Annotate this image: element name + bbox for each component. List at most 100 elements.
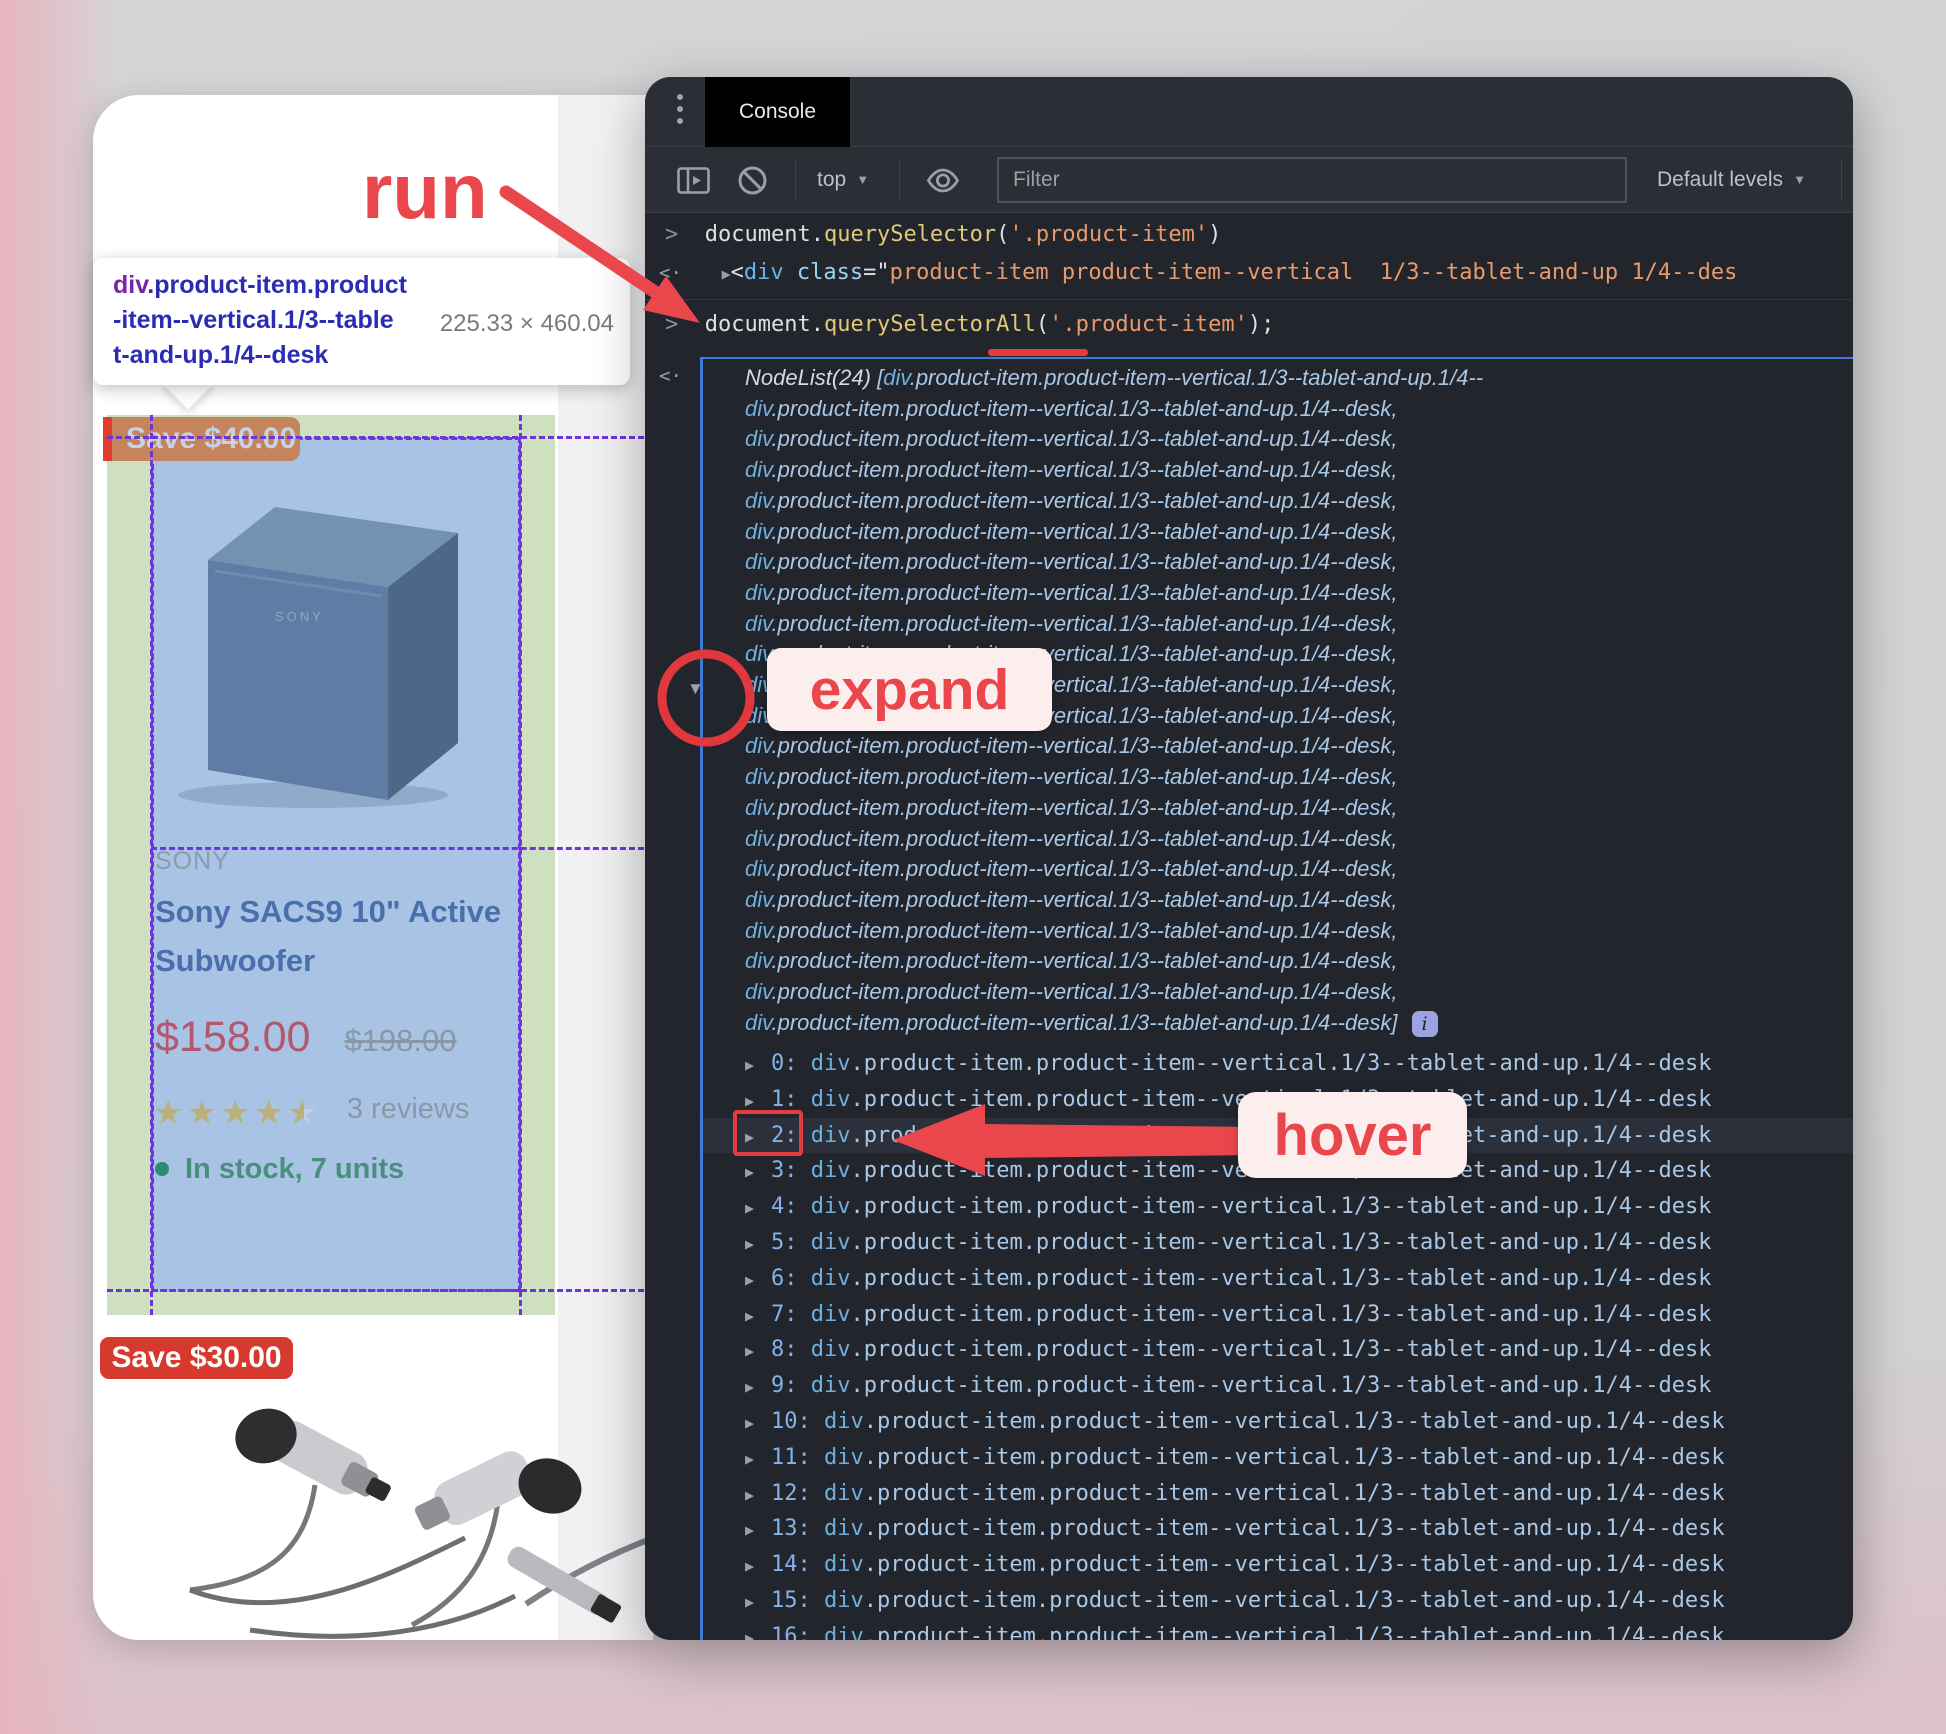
guide-line-right bbox=[519, 415, 522, 1315]
sale-badge-edge bbox=[103, 417, 112, 461]
expand-caret-icon[interactable]: ▶ bbox=[745, 1299, 771, 1335]
toolbar-separator bbox=[795, 160, 796, 200]
nodelist-preview-line: div.product-item.product-item--vertical.… bbox=[745, 764, 1398, 790]
nodelist-preview-line: div.product-item.product-item--vertical.… bbox=[745, 886, 1398, 912]
stock-status: In stock, 7 units bbox=[155, 1153, 404, 1186]
earbuds-product-image bbox=[189, 1408, 653, 1639]
nodelist-item-row[interactable]: ▶ 5: div.product-item.product-item--verti… bbox=[703, 1225, 1853, 1261]
nodelist-item-row[interactable]: ▶ 8: div.product-item.product-item--verti… bbox=[703, 1332, 1853, 1368]
expand-caret-icon[interactable]: ▶ bbox=[745, 1478, 771, 1514]
nodelist-item-row[interactable]: ▶ 6: div.product-item.product-item--verti… bbox=[703, 1261, 1853, 1297]
expand-caret-icon[interactable]: ▶ bbox=[745, 1370, 771, 1406]
expand-caret-icon[interactable]: ▶ bbox=[745, 1585, 771, 1621]
more-options-kebab-icon[interactable] bbox=[677, 94, 683, 124]
nodelist-item-row[interactable]: ▶ 10: div.product-item.product-item--vert… bbox=[703, 1404, 1853, 1440]
console-toolbar: top▼ Default levels▼ bbox=[645, 147, 1853, 213]
console-result-element[interactable]: <· ▶<div class="product-item product-ite… bbox=[659, 255, 1737, 292]
rating-row: ★★★★★ ★★★★★ 3 reviews bbox=[153, 1093, 469, 1133]
nodelist-item-row[interactable]: ▶ 7: div.product-item.product-item--verti… bbox=[703, 1297, 1853, 1333]
sidebar-toggle-icon[interactable] bbox=[677, 167, 710, 194]
subwoofer-product-image: SONY bbox=[178, 507, 458, 808]
nodelist-preview-line: div.product-item.product-item--vertical.… bbox=[745, 457, 1398, 483]
nodelist-item-row[interactable]: ▶ 12: div.product-item.product-item--vert… bbox=[703, 1476, 1853, 1512]
expand-caret-icon[interactable]: ▶ bbox=[745, 1442, 771, 1478]
toolbar-separator bbox=[1841, 160, 1842, 200]
expand-caret-icon[interactable]: ▶ bbox=[745, 1334, 771, 1370]
nodelist-preview-line: div.product-item.product-item--vertical.… bbox=[745, 948, 1398, 974]
toolbar-separator bbox=[899, 160, 900, 200]
nodelist-preview-line: div.product-item.product-item--vertical.… bbox=[745, 579, 1398, 605]
nodelist-preview-line: div.product-item.product-item--vertical.… bbox=[745, 825, 1398, 851]
nodelist-preview-line: div.product-item.product-item--vertical.… bbox=[745, 733, 1398, 759]
live-expression-eye-icon[interactable] bbox=[925, 167, 961, 194]
chevron-down-icon: ▼ bbox=[856, 172, 870, 187]
nodelist-preview-line: div.product-item.product-item--vertical.… bbox=[745, 549, 1398, 575]
hover-annotation-label: hover bbox=[1238, 1092, 1467, 1178]
return-value-icon: <· bbox=[659, 262, 682, 284]
devtools-console-panel: Console top▼ Default levels▼ bbox=[645, 77, 1853, 1640]
nodelist-preview-line: NodeList(24) [div.product-item.product-i… bbox=[745, 365, 1484, 390]
nodelist-item-row[interactable]: ▶ 4: div.product-item.product-item--verti… bbox=[703, 1189, 1853, 1225]
price-row: $158.00 $198.00 bbox=[155, 1013, 457, 1062]
right-earbud bbox=[414, 1451, 533, 1530]
expand-caret-icon[interactable]: ▶ bbox=[745, 1191, 771, 1227]
nodelist-preview-line: div.product-item.product-item--vertical.… bbox=[745, 794, 1398, 820]
stock-label: In stock, 7 units bbox=[185, 1153, 405, 1185]
devtools-tab-bar: Console bbox=[645, 77, 1853, 147]
sale-badge-next-product: Save $30.00 bbox=[100, 1337, 293, 1379]
nodelist-preview-line: div.product-item.product-item--vertical.… bbox=[745, 610, 1398, 636]
run-annotation-label: run bbox=[362, 147, 488, 235]
nodelist-collapse-icon[interactable]: ▼ bbox=[687, 679, 704, 699]
expand-caret-icon[interactable]: ▶ bbox=[745, 1227, 771, 1263]
reviews-link[interactable]: 3 reviews bbox=[347, 1093, 470, 1125]
stars-filled: ★★★★★ bbox=[153, 1094, 304, 1132]
console-command-queryselectorall[interactable]: > document.querySelectorAll('.product-it… bbox=[665, 307, 1274, 343]
sale-badge: Save $40.00 bbox=[112, 417, 300, 461]
expand-caret-icon[interactable]: ▶ bbox=[745, 1155, 771, 1191]
expand-caret-icon[interactable]: ▶ bbox=[745, 1513, 771, 1549]
nodelist-preview-line: div.product-item.product-item--vertical.… bbox=[745, 856, 1398, 882]
chevron-down-icon: ▼ bbox=[1793, 172, 1806, 187]
tab-console[interactable]: Console bbox=[705, 77, 850, 147]
expand-caret-icon: ▶ bbox=[721, 265, 731, 283]
nodelist-preview-line: div.product-item.product-item--vertical.… bbox=[745, 979, 1398, 1005]
queryselectorall-underline-annotation bbox=[988, 349, 1088, 356]
nodelist-item-row[interactable]: ▶ 14: div.product-item.product-item--vert… bbox=[703, 1547, 1853, 1583]
expand-caret-icon[interactable]: ▶ bbox=[745, 1621, 771, 1640]
tooltip-selector-line1: div.product-item.product bbox=[113, 271, 407, 299]
context-selector[interactable]: top ▼ bbox=[817, 147, 869, 213]
stock-dot-icon bbox=[155, 1162, 169, 1176]
return-value-icon: <· bbox=[659, 365, 682, 387]
original-price: $198.00 bbox=[344, 1023, 457, 1058]
log-divider bbox=[645, 299, 1853, 300]
expand-caret-icon[interactable]: ▶ bbox=[745, 1406, 771, 1442]
expand-caret-icon[interactable]: ▶ bbox=[745, 1263, 771, 1299]
index-2-highlight-annotation bbox=[733, 1110, 803, 1156]
nodelist-preview-line: div.product-item.product-item--vertical.… bbox=[745, 395, 1398, 421]
nodelist-item-row[interactable]: ▶ 16: div.product-item.product-item--vert… bbox=[703, 1619, 1853, 1640]
nodelist-item-row[interactable]: ▶ 0: div.product-item.product-item--verti… bbox=[703, 1046, 1853, 1082]
log-levels-selector[interactable]: Default levels ▼ bbox=[1657, 147, 1806, 213]
guide-line-top bbox=[107, 436, 653, 439]
console-command-queryselector[interactable]: > document.querySelector('.product-item'… bbox=[665, 217, 1221, 253]
product-brand: SONY bbox=[155, 847, 230, 875]
expand-caret-icon[interactable]: ▶ bbox=[745, 1048, 771, 1084]
speaker-logo-text: SONY bbox=[275, 609, 324, 624]
tooltip-tag: div bbox=[113, 271, 148, 299]
nodelist-item-row[interactable]: ▶ 15: div.product-item.product-item--vert… bbox=[703, 1583, 1853, 1619]
clear-console-icon[interactable] bbox=[737, 165, 768, 196]
product-title-link[interactable]: Sony SACS9 10" Active Subwoofer bbox=[155, 887, 501, 985]
guide-line-bottom bbox=[107, 1289, 653, 1292]
expand-annotation-label: expand bbox=[767, 648, 1052, 731]
tooltip-selector-line3: t-and-up.1/4--desk bbox=[113, 341, 329, 369]
nodelist-item-row[interactable]: ▶ 9: div.product-item.product-item--verti… bbox=[703, 1368, 1853, 1404]
nodelist-item-row[interactable]: ▶ 13: div.product-item.product-item--vert… bbox=[703, 1511, 1853, 1547]
product-title-line1: Sony SACS9 10" Active bbox=[155, 894, 502, 929]
expand-caret-icon[interactable]: ▶ bbox=[745, 1549, 771, 1585]
nodelist-preview-line: div.product-item.product-item--vertical.… bbox=[745, 426, 1398, 452]
nodelist-item-row[interactable]: ▶ 11: div.product-item.product-item--vert… bbox=[703, 1440, 1853, 1476]
screenshot-stage: Save $40.00 SONY SONY Sony SACS9 10" Act… bbox=[0, 0, 1946, 1734]
console-filter-input[interactable] bbox=[997, 157, 1627, 203]
nodelist-preview-line: div.product-item.product-item--vertical.… bbox=[745, 518, 1398, 544]
element-inspect-tooltip: div.product-item.product -item--vertical… bbox=[93, 258, 630, 385]
